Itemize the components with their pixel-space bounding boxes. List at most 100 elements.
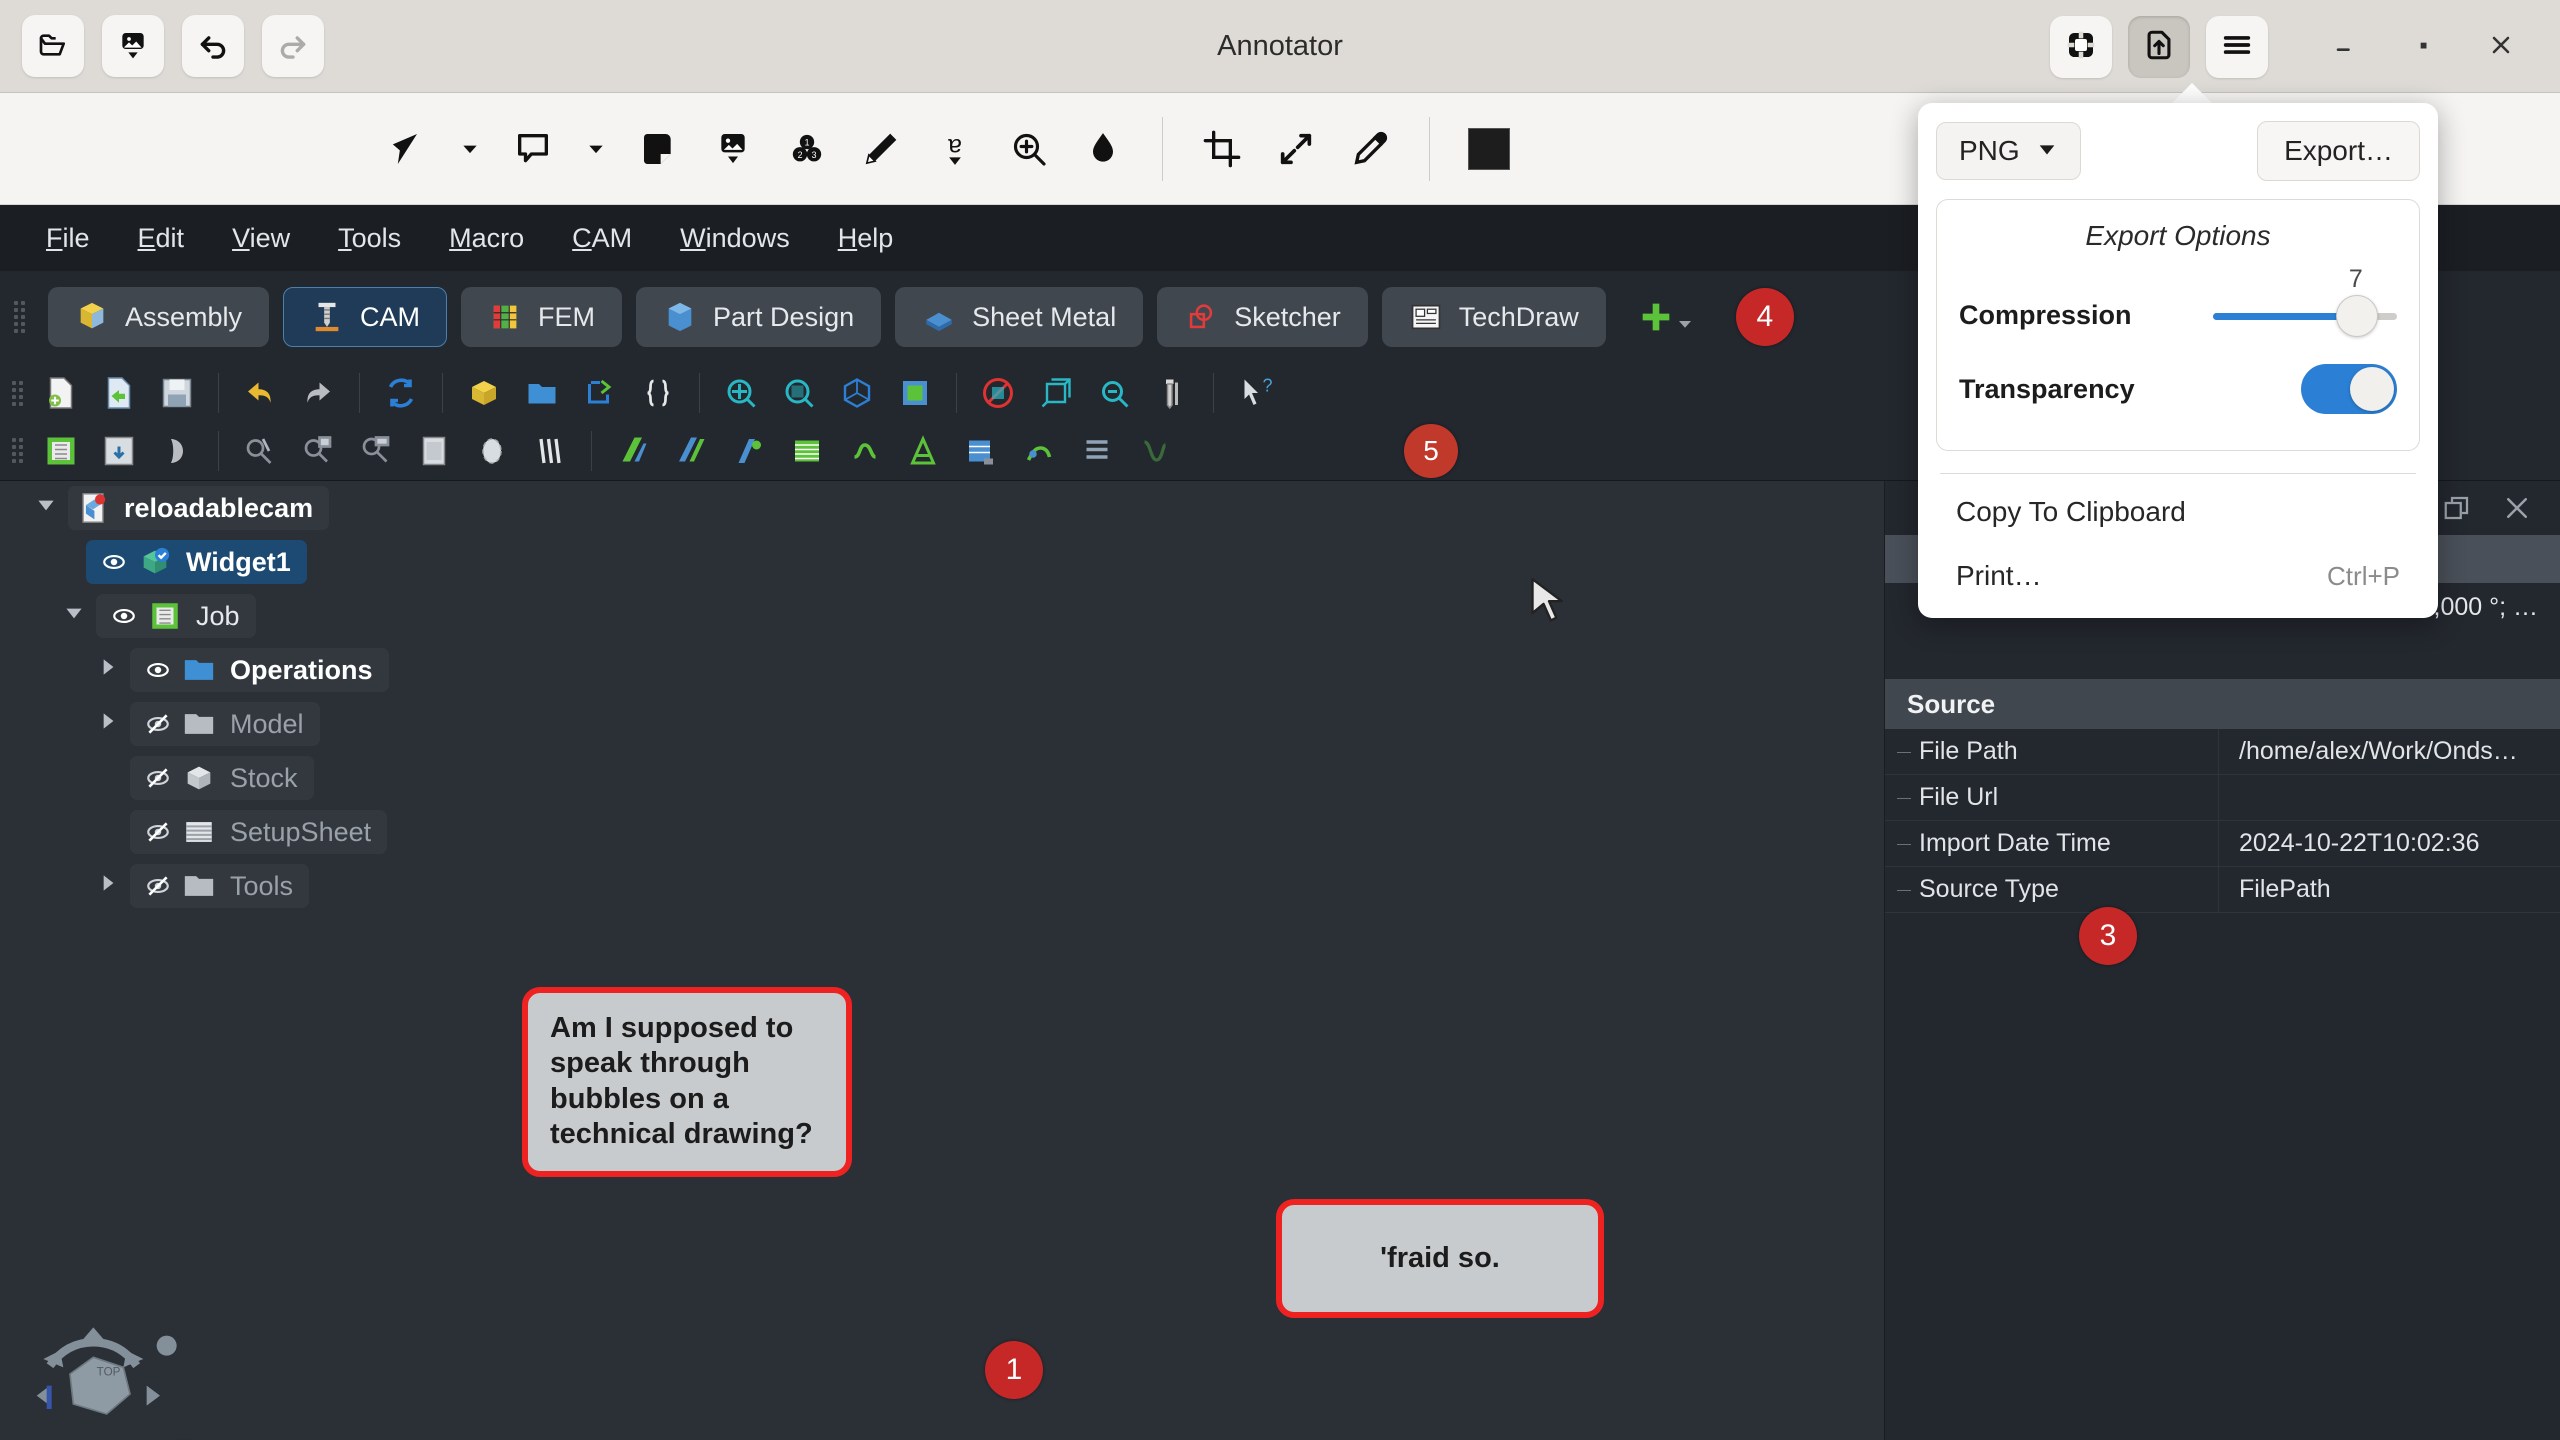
visibility-eye-icon-operations[interactable]	[136, 657, 180, 683]
text-tool-icon[interactable]: a	[918, 112, 992, 186]
maximize-button[interactable]	[2392, 16, 2454, 78]
tree-item-model[interactable]: Model	[0, 697, 430, 751]
export-share-button[interactable]	[2128, 15, 2190, 78]
insert-image-tool-icon[interactable]	[696, 112, 770, 186]
cam-surface-icon[interactable]	[778, 425, 836, 477]
expression-braces-icon[interactable]	[629, 367, 687, 419]
cam-pocket-icon[interactable]	[662, 425, 720, 477]
undo-icon[interactable]	[231, 367, 289, 419]
add-workbench-button[interactable]	[1636, 297, 1694, 337]
compression-slider[interactable]: 7	[2179, 265, 2397, 345]
sticker-tool-icon[interactable]	[622, 112, 696, 186]
speech-bubble-tool-icon[interactable]	[496, 112, 570, 186]
property-value-file-path[interactable]: /home/alex/Work/Onds…	[2219, 729, 2560, 774]
menu-help[interactable]: Help	[814, 215, 918, 262]
cam-sheet-icon[interactable]	[405, 425, 463, 477]
axonometric-view-icon[interactable]	[828, 367, 886, 419]
numbered-badges-tool-icon[interactable]: 1 2 3	[770, 112, 844, 186]
badge-1[interactable]: 1	[985, 1341, 1043, 1399]
menu-cam[interactable]: CAM	[548, 215, 656, 262]
badge-4[interactable]: 4	[1735, 288, 1794, 346]
menu-windows[interactable]: Windows	[656, 215, 814, 262]
color-swatch[interactable]	[1452, 112, 1526, 186]
workbench-tab-techdraw[interactable]: TechDraw	[1381, 287, 1606, 347]
cam-drilling-icon[interactable]	[720, 425, 778, 477]
cam-adaptive-icon[interactable]	[894, 425, 952, 477]
cam-stop-icon[interactable]	[463, 425, 521, 477]
visibility-eye-off-icon-tools[interactable]	[136, 873, 180, 899]
insert-image-button[interactable]	[102, 15, 164, 77]
slider-knob[interactable]	[2335, 295, 2378, 337]
tree-item-tools[interactable]: Tools	[0, 859, 430, 913]
fit-selection-icon[interactable]	[770, 367, 828, 419]
toggle-visibility-icon[interactable]	[969, 367, 1027, 419]
toolbar-grip-row2-a[interactable]	[12, 423, 28, 479]
visibility-eye-off-icon-stock[interactable]	[136, 765, 180, 791]
create-group-icon[interactable]	[513, 367, 571, 419]
table-row[interactable]: Source Type FilePath	[1885, 867, 2560, 913]
open-document-icon[interactable]	[90, 367, 148, 419]
expand-arrow-right-icon-operations[interactable]	[86, 654, 130, 687]
property-value-source-type[interactable]: FilePath	[2219, 867, 2560, 912]
cam-sanity-check-icon[interactable]	[231, 425, 289, 477]
cam-inspect-icon[interactable]	[148, 425, 206, 477]
color-picker-tool-icon[interactable]	[1333, 112, 1407, 186]
tree-item-operations[interactable]: Operations	[0, 643, 430, 697]
panel-close-icon[interactable]	[2500, 491, 2534, 525]
badge-3[interactable]: 3	[2079, 907, 2137, 965]
cam-helix-icon[interactable]	[952, 425, 1010, 477]
cam-vcarve-icon[interactable]	[1126, 425, 1184, 477]
speech-bubble-2[interactable]: 'fraid so.	[1276, 1199, 1604, 1319]
expand-arrow-right-icon-model[interactable]	[86, 708, 130, 741]
measure-icon[interactable]	[1085, 367, 1143, 419]
redo-button[interactable]	[262, 15, 324, 77]
cam-profile-icon[interactable]	[604, 425, 662, 477]
properties-group-source[interactable]: Source	[1885, 679, 2560, 729]
undo-button[interactable]	[182, 15, 244, 77]
table-row[interactable]: File Path /home/alex/Work/Onds…	[1885, 729, 2560, 775]
cam-slot-icon[interactable]	[1010, 425, 1068, 477]
print-item[interactable]: Print… Ctrl+P	[1936, 544, 2420, 608]
menu-edit[interactable]: Edit	[114, 215, 209, 262]
workbench-tab-part-design[interactable]: Part Design	[636, 287, 882, 347]
menu-view[interactable]: View	[208, 215, 314, 262]
menu-tools[interactable]: Tools	[314, 215, 425, 262]
table-row[interactable]: File Url	[1885, 775, 2560, 821]
workbench-tab-sketcher[interactable]: Sketcher	[1157, 287, 1368, 347]
link-object-icon[interactable]	[571, 367, 629, 419]
crop-tool-icon[interactable]	[1185, 112, 1259, 186]
workbench-tab-fem[interactable]: FEM	[461, 287, 623, 347]
expand-arrow-down-icon-job[interactable]	[52, 600, 96, 633]
blur-drop-tool-icon[interactable]	[1066, 112, 1140, 186]
workbench-tab-assembly[interactable]: Assembly	[48, 287, 270, 347]
resize-tool-icon[interactable]	[1259, 112, 1333, 186]
copy-to-clipboard-item[interactable]: Copy To Clipboard	[1936, 480, 2420, 544]
arrow-dropdown-caret-icon[interactable]	[444, 112, 496, 186]
toolbar-grip-row1-a[interactable]	[12, 365, 28, 421]
refresh-icon[interactable]	[372, 367, 430, 419]
open-folder-button[interactable]	[22, 15, 84, 77]
cam-engrave-icon[interactable]	[836, 425, 894, 477]
toolbar-grip[interactable]	[14, 289, 30, 345]
close-button[interactable]	[2470, 16, 2532, 78]
tree-item-setupsheet[interactable]: SetupSheet	[0, 805, 430, 859]
expand-arrow-down-icon[interactable]	[24, 492, 68, 525]
tree-item-reloadablecam[interactable]: reloadablecam	[0, 481, 430, 535]
menu-macro[interactable]: Macro	[425, 215, 548, 262]
tree-item-job[interactable]: Job	[0, 589, 430, 643]
workbench-tab-cam[interactable]: CAM	[283, 287, 448, 347]
menu-file[interactable]: File	[22, 215, 114, 262]
save-document-icon[interactable]	[148, 367, 206, 419]
arrow-tool-icon[interactable]	[370, 112, 444, 186]
table-row[interactable]: Import Date Time 2024-10-22T10:02:36	[1885, 821, 2560, 867]
cam-array-icon[interactable]	[521, 425, 579, 477]
fit-all-icon[interactable]	[712, 367, 770, 419]
transparency-toggle[interactable]	[2301, 364, 2397, 414]
bubble-dropdown-caret-icon[interactable]	[570, 112, 622, 186]
redo-icon[interactable]	[289, 367, 347, 419]
visibility-eye-off-icon-model[interactable]	[136, 711, 180, 737]
cam-simulator-icon[interactable]	[289, 425, 347, 477]
visibility-eye-icon[interactable]	[92, 549, 136, 575]
pencil-tool-icon[interactable]	[844, 112, 918, 186]
panel-float-icon[interactable]	[2440, 491, 2474, 525]
